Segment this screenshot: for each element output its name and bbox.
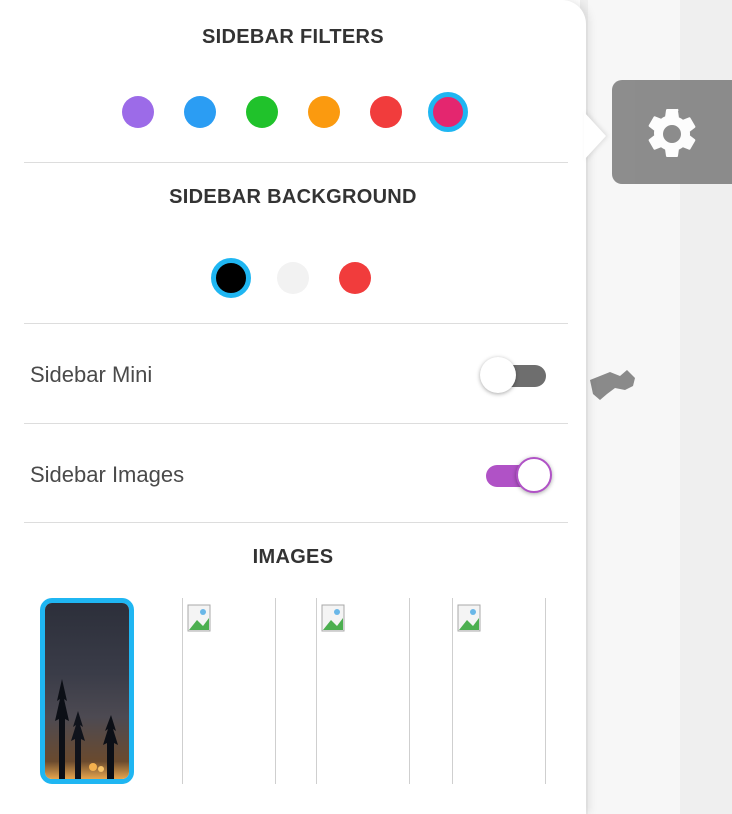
sidebar-images-label: Sidebar Images: [30, 462, 185, 487]
gear-icon: [648, 108, 696, 157]
panel-pointer: [584, 112, 606, 160]
broken-image-icon: [457, 604, 481, 632]
filter-swatch-purple[interactable]: [122, 96, 154, 128]
sidebar-mini-toggle[interactable]: [480, 357, 548, 393]
broken-image-icon: [187, 604, 211, 632]
filter-swatch-orange[interactable]: [308, 96, 340, 128]
toggle-knob: [480, 357, 516, 393]
sidebar-images-toggle[interactable]: [480, 457, 552, 493]
background-swatch-white[interactable]: [277, 262, 309, 294]
broken-image-icon: [321, 604, 345, 632]
settings-toggle-button[interactable]: [612, 80, 732, 184]
sidebar-filters-title: SIDEBAR FILTERS: [202, 26, 384, 48]
filter-swatch-rose[interactable]: [428, 92, 468, 132]
background-swatch-black[interactable]: [211, 258, 251, 298]
filter-swatch-green[interactable]: [246, 96, 278, 128]
sidebar-mini-row: Sidebar Mini: [0, 326, 586, 424]
sidebar-image-option[interactable]: [316, 598, 410, 784]
sidebar-image-option[interactable]: [182, 598, 276, 784]
sidebar-image-option[interactable]: [40, 598, 134, 784]
sidebar-image-option[interactable]: [452, 598, 546, 784]
divider: [24, 423, 568, 424]
sidebar-mini-label: Sidebar Mini: [30, 362, 153, 387]
divider: [24, 323, 568, 324]
sidebar-filters-swatches: [0, 92, 586, 132]
filter-swatch-red[interactable]: [370, 96, 402, 128]
settings-panel: SIDEBAR FILTERS SIDEBAR BACKGROUND Sideb…: [0, 0, 586, 814]
sidebar-background-swatches: [0, 258, 586, 298]
sidebar-background-title: SIDEBAR BACKGROUND: [169, 186, 417, 208]
sidebar-images-row: Sidebar Images: [0, 426, 586, 524]
filter-swatch-azure[interactable]: [184, 96, 216, 128]
tree-silhouette: [55, 679, 118, 779]
divider: [24, 522, 568, 523]
background-swatch-red[interactable]: [339, 262, 371, 294]
divider: [24, 162, 568, 163]
toggle-knob: [516, 457, 552, 493]
map-fragment: [590, 370, 635, 400]
images-title: IMAGES: [252, 546, 334, 568]
